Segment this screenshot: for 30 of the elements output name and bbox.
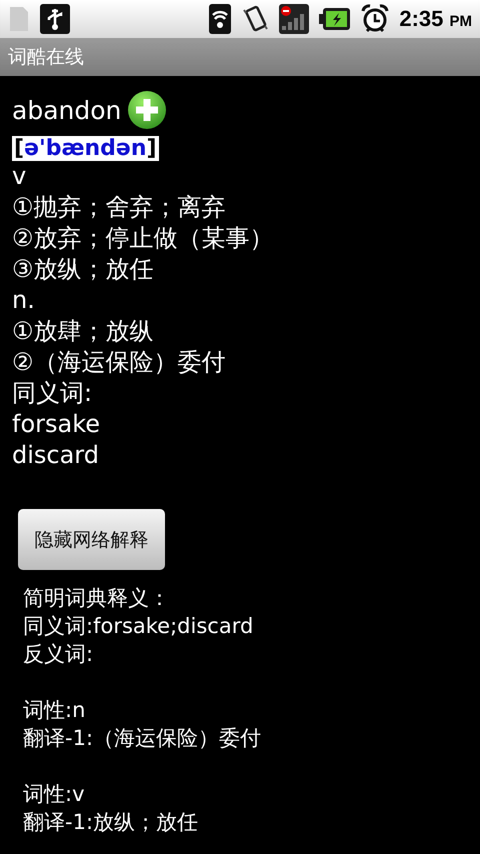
phonetic-label: [ə'bændən] bbox=[12, 136, 159, 161]
usb-icon bbox=[40, 4, 70, 34]
definition-line: ①放肆；放纵 bbox=[12, 316, 155, 347]
add-icon[interactable] bbox=[127, 90, 168, 130]
detail-line: 翻译-1:放纵；放任 bbox=[23, 809, 200, 836]
definition-line: ③放纵；放任 bbox=[12, 254, 155, 285]
definition-line: v bbox=[12, 161, 28, 192]
detail-line: 反义词: bbox=[23, 641, 94, 668]
status-time: 2:35 PM bbox=[399, 6, 472, 32]
vibrate-icon bbox=[241, 4, 270, 34]
detail-line: 词性:v bbox=[23, 781, 86, 808]
hide-web-definitions-button[interactable]: 隐藏网络解释 bbox=[18, 509, 165, 570]
definition-line: n. bbox=[12, 285, 36, 316]
definition-line: ②放弃；停止做（某事） bbox=[12, 223, 275, 254]
battery-charging-icon bbox=[319, 7, 352, 31]
headword: abandon bbox=[12, 96, 122, 124]
signal-icon bbox=[279, 4, 310, 34]
alarm-clock-icon bbox=[361, 4, 390, 34]
definition-line: ②（海运保险）委付 bbox=[12, 347, 227, 378]
definition-line: forsake bbox=[12, 409, 102, 440]
detail-line: 简明词典释义： bbox=[23, 585, 171, 612]
detail-line: 翻译-1:（海运保险）委付 bbox=[23, 725, 262, 752]
definition-line: discard bbox=[12, 440, 100, 471]
app-title: 词酷在线 bbox=[8, 45, 84, 70]
definition-line: ①抛弃；舍弃；离弃 bbox=[12, 192, 227, 223]
definition-line: 同义词: bbox=[12, 378, 94, 409]
detail-line: 同义词:forsake;discard bbox=[23, 613, 254, 640]
detail-line: 词性:n bbox=[23, 697, 86, 724]
sd-card-icon bbox=[8, 5, 30, 33]
wifi-icon bbox=[209, 4, 232, 34]
